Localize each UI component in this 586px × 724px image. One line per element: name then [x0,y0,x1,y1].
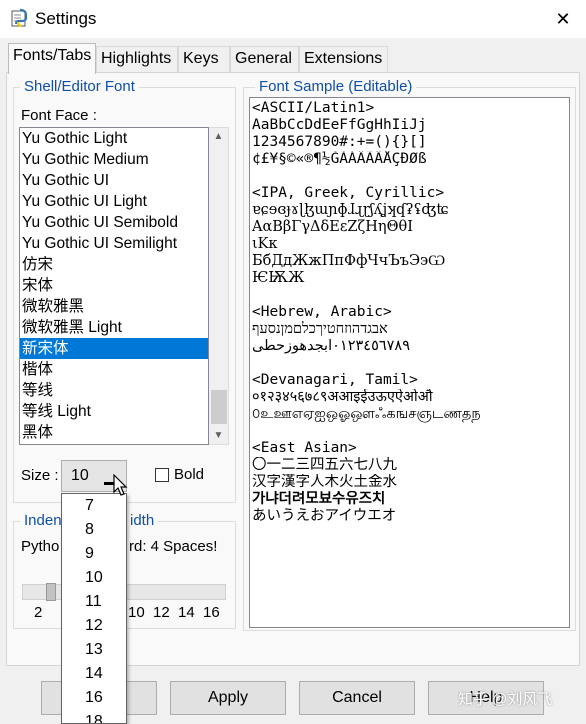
font-list-item[interactable]: 新宋体 [20,338,208,359]
size-label: Size : [21,467,59,484]
tab-general[interactable]: General [230,46,299,72]
slider-tick: 2 [34,604,43,621]
font-size-dropdown[interactable]: 7 8 9 10 11 12 13 14 16 18 [61,493,127,724]
font-list-item[interactable]: 楷体 [20,359,208,380]
apply-button[interactable]: Apply [170,681,286,715]
scroll-down-icon[interactable]: ▼ [209,427,228,444]
font-list-item[interactable]: Yu Gothic UI Semibold [20,212,208,233]
indent-group-title-left: Inden [20,512,66,529]
sample-line: ѤѬЖ [252,270,305,286]
sample-line [252,168,567,185]
close-icon: ✕ [555,8,571,29]
font-list-item[interactable]: 仿宋 [20,254,208,275]
font-list-item[interactable]: 等线 [20,380,208,401]
tab-fonts-tabs[interactable]: Fonts/Tabs [8,43,96,74]
sample-line [252,355,567,372]
sample-line: אבגדהוזחטיךכלםמןנסעף [252,321,388,337]
indent-group-title-right: idth [126,512,159,529]
size-option[interactable]: 10 [62,566,126,590]
close-button[interactable]: ✕ [540,0,586,38]
font-list-item[interactable]: Yu Gothic Medium [20,149,208,170]
size-option[interactable]: 16 [62,686,126,710]
sample-line: <Hebrew, Arabic> [252,304,392,320]
sample-line: 〇一二三四五六七八九 [252,457,397,473]
font-list-item[interactable]: 黑体 [20,422,208,443]
sample-line: ɐɕɘɞɟɤɭɮɯɲɸɺɻɽʃʎʝʞʠʡʢʤʨ [252,202,449,218]
sample-line: ٠١٢٣٤٥٦٧٨٩ابجدهوزحطی [252,338,411,354]
python-app-icon [11,8,28,28]
font-list-item[interactable]: 微软雅黑 Light [20,317,208,338]
sample-line: あいうえおアイウエオ [252,508,397,524]
sample-line [252,287,567,304]
font-list-item[interactable]: 微软雅黑 [20,296,208,317]
font-sample-text[interactable]: <ASCII/Latin1> AaBbCcDdEeFfGgHhIiJj 123456… [249,97,570,628]
sample-line: <East Asian> [252,440,357,456]
font-list-item[interactable]: 等线 Light [20,401,208,422]
font-face-list[interactable]: Yu Gothic Light Yu Gothic Medium Yu Gothic… [19,127,209,445]
sample-group-title: Font Sample (Editable) [255,78,417,95]
slider-tick: 10 [128,604,145,621]
indent-desc-right: rd: 4 Spaces! [129,538,218,555]
size-option[interactable]: 9 [62,542,126,566]
size-option[interactable]: 13 [62,638,126,662]
font-list-scrollbar[interactable]: ▲ ▼ [209,127,229,445]
font-list-item[interactable]: Yu Gothic UI Light [20,191,208,212]
sample-line: <ASCII/Latin1> [252,100,375,116]
font-group-title: Shell/Editor Font [20,78,139,95]
font-list-item[interactable]: Yu Gothic UI Semilight [20,233,208,254]
sample-line: ०१२३४५६७८९अआइईउऊएऐओऔ [252,389,433,405]
bold-checkbox[interactable] [155,468,169,482]
sample-line: ¢£¥§©«®¶½ĞÀÁÂÃÄÅÇÐØß [252,151,427,167]
tab-keys[interactable]: Keys [178,46,230,72]
slider-tick: 14 [178,604,195,621]
indent-desc-left: Pytho [21,538,60,555]
font-size-value: 10 [71,467,89,484]
font-list-item[interactable]: 宋体 [20,275,208,296]
sample-line: ΑαΒβΓγΔδΕεΖζΗηΘθΙ [252,219,413,235]
sample-line: AaBbCcDdEeFfGgHhIiJj [252,117,427,133]
sample-line: БбДдЖжПпФфЧчЪъЭэѠ [252,253,446,269]
watermark: 知乎 @刘风飞 [458,691,553,708]
sample-line: 汉字漢字人木火土金水 [252,474,397,490]
bold-label: Bold [174,466,205,483]
tab-extensions[interactable]: Extensions [299,46,388,72]
indent-slider-thumb[interactable] [46,583,56,601]
sample-line: ௦உஊஎஏஐஒஓஔஃகஙசஞடணதந [252,406,481,422]
sample-line: 1234567890#:+=(){}[] [252,134,427,150]
size-option[interactable]: 12 [62,614,126,638]
sample-line [252,423,567,440]
font-face-label: Font Face : [21,107,97,124]
sample-line: <Devanagari, Tamil> [252,372,418,388]
cancel-button[interactable]: Cancel [299,681,415,715]
size-option[interactable]: 18 [62,710,126,723]
mouse-cursor-icon [113,474,128,496]
slider-tick: 12 [153,604,170,621]
window-title: Settings [35,9,97,28]
title-bar: Settings ✕ [0,0,586,38]
sample-line: 가냐더려모뵤수유즈치 [252,491,386,507]
size-option[interactable]: 14 [62,662,126,686]
tab-highlights[interactable]: Highlights [96,46,178,72]
sample-line: <IPA, Greek, Cyrillic> [252,185,445,201]
size-option[interactable]: 11 [62,590,126,614]
font-list-item[interactable]: Yu Gothic UI [20,170,208,191]
size-option[interactable]: 8 [62,518,126,542]
slider-tick: 16 [203,604,220,621]
scroll-thumb[interactable] [211,390,227,424]
font-list-item[interactable]: Yu Gothic Light [20,128,208,149]
scroll-up-icon[interactable]: ▲ [209,128,228,145]
sample-line: ιΚκ [252,236,278,252]
